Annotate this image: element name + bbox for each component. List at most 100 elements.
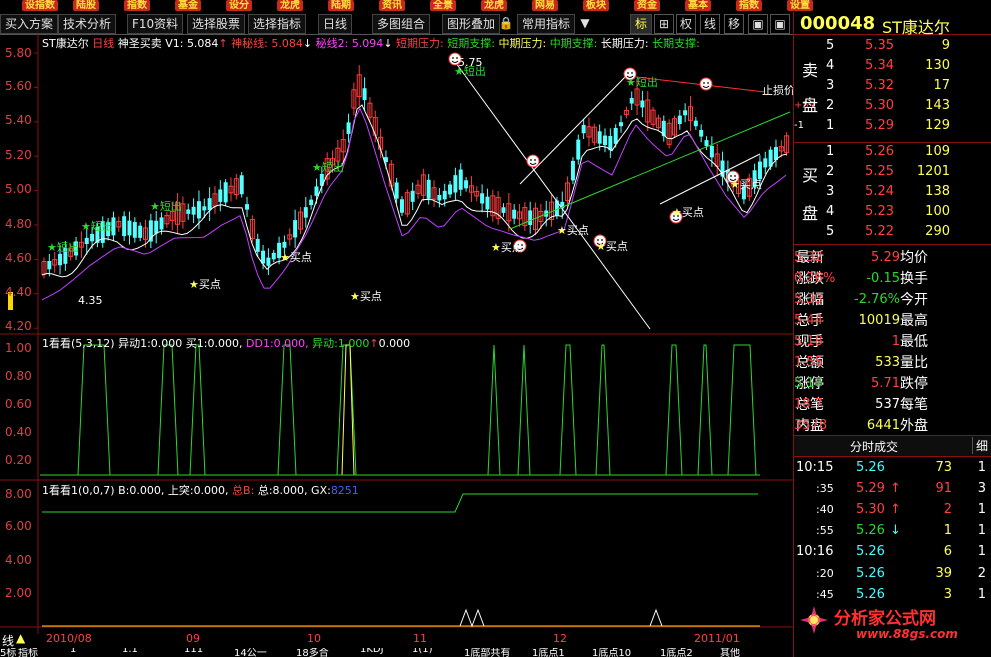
- watermark-title: 分析家公式网: [834, 609, 936, 629]
- indicator-tab[interactable]: 1.1: [122, 648, 138, 655]
- window-icon[interactable]: ▣: [748, 14, 768, 34]
- sell-level-row[interactable]: 1 5.29 129 -1: [794, 116, 991, 136]
- buy-level-row[interactable]: 4 5.23 100: [794, 202, 991, 222]
- indicator-tab[interactable]: 指标: [18, 648, 38, 657]
- select-stock-button[interactable]: 选择股票: [187, 14, 246, 34]
- level: 3: [826, 78, 835, 93]
- indicator-tab[interactable]: 1底部共有: [464, 648, 510, 657]
- buy-level-row[interactable]: 3 5.24 138: [794, 182, 991, 202]
- indicator-tab[interactable]: 1底点10: [592, 648, 631, 657]
- buy-point-marker: ★买点: [730, 178, 762, 191]
- buy-level-row[interactable]: 2 5.25 1201: [794, 162, 991, 182]
- grid-icon[interactable]: ⊞: [654, 14, 674, 34]
- rights-button[interactable]: 权: [676, 14, 696, 34]
- side-label: 买: [802, 166, 819, 185]
- candle-body: [245, 204, 250, 210]
- sub2-legend: 1看看1(0,0,7) B:0.000, 上突:0.000, 总B: 总:8.0…: [42, 484, 359, 497]
- menu-item[interactable]: 资讯: [379, 0, 405, 11]
- indicator-tab[interactable]: 1底点1: [532, 648, 565, 657]
- star-icon: ★: [312, 161, 322, 174]
- buy-level-row[interactable]: 1 5.26 109: [794, 142, 991, 162]
- daily-button[interactable]: 日线: [318, 14, 353, 34]
- indicator-tab[interactable]: 1KDJ: [360, 648, 384, 655]
- move-button[interactable]: 移: [724, 14, 744, 34]
- indicator-tab[interactable]: 其他: [720, 648, 740, 657]
- y-tick: 5.00: [5, 182, 32, 196]
- common-indicator-button[interactable]: 常用指标: [517, 14, 576, 34]
- indicator-tab[interactable]: 1(1): [412, 648, 433, 655]
- menu-item[interactable]: 设指数: [22, 0, 58, 11]
- stat-value: -0.15: [866, 271, 900, 286]
- menu-item[interactable]: 陆股: [73, 0, 99, 11]
- signal-pulse: [727, 344, 757, 476]
- menu-item[interactable]: 全景: [430, 0, 456, 11]
- indicator-tab[interactable]: 14公一: [234, 648, 267, 657]
- menu-item[interactable]: 基本: [685, 0, 711, 11]
- sub1-title: 1看看(5,3,12): [42, 337, 115, 350]
- select-indicator-button[interactable]: 选择指标: [248, 14, 307, 34]
- star-icon: ★: [280, 251, 290, 264]
- indicator-tab[interactable]: 1: [70, 648, 76, 655]
- stat-value: 1.55: [794, 355, 823, 370]
- menu-item[interactable]: 龙虎: [277, 0, 303, 11]
- line-button[interactable]: 线: [700, 14, 720, 34]
- menu-item[interactable]: 资金: [634, 0, 660, 11]
- sell-level-row[interactable]: 5 5.35 9: [794, 36, 991, 56]
- dropdown-icon[interactable]: ▼: [576, 14, 594, 32]
- triangle-icon[interactable]: ▲: [16, 631, 25, 645]
- buy-point-marker: ★买点: [350, 290, 382, 303]
- menu-item[interactable]: 板块: [583, 0, 609, 11]
- sell-level-row[interactable]: 4 5.34 130: [794, 56, 991, 76]
- candle-body: [58, 253, 63, 266]
- short-out-marker: ★短出: [47, 241, 79, 254]
- indicator-tab[interactable]: 1底点2: [660, 648, 693, 657]
- chart-area[interactable]: ST康达尔 日线 神圣买卖 V1: 5.084↑ 神秘线: 5.084↓ 秘线2…: [0, 34, 795, 634]
- legend-v1-label: V1:: [165, 37, 184, 50]
- sub1-y-tick: 0.60: [5, 397, 32, 411]
- sell-level-row[interactable]: 3 5.32 17: [794, 76, 991, 96]
- ticks-header: 分时成交 细: [794, 435, 991, 457]
- candle-body: [677, 115, 682, 124]
- tick-time: :55: [816, 524, 834, 537]
- tick-count: 1: [977, 523, 986, 538]
- f10-button[interactable]: F10资料: [127, 14, 184, 34]
- tick-price: 5.30: [856, 502, 885, 517]
- signal-pulse: [77, 344, 111, 476]
- sell-level-row[interactable]: 2 5.30 143 +59: [794, 96, 991, 116]
- smile-icon: [452, 57, 454, 59]
- up-arrow-icon: ↑: [369, 337, 379, 350]
- indicator-tab[interactable]: 111: [184, 648, 203, 655]
- tick-row: :35 5.29 ↑ 91 3: [794, 479, 991, 499]
- menu-item[interactable]: 指数: [736, 0, 762, 11]
- menu-item[interactable]: 设置: [787, 0, 813, 11]
- legend-v1-arrow: ↑: [218, 37, 228, 50]
- tech-analysis-button[interactable]: 技术分析: [58, 14, 117, 34]
- volume: 290: [925, 224, 950, 239]
- overlay-button[interactable]: 图形叠加: [442, 14, 501, 34]
- lock-icon[interactable]: 🔒: [497, 14, 515, 32]
- mark-button[interactable]: 标: [630, 14, 653, 34]
- menu-item[interactable]: 网易: [532, 0, 558, 11]
- indicator-tab[interactable]: 5标: [0, 648, 16, 657]
- ticks-detail-button[interactable]: 细: [972, 437, 988, 454]
- stat-label: 最高: [900, 313, 928, 329]
- sub1-y-tick: 0.80: [5, 369, 32, 383]
- candle-body: [218, 189, 223, 202]
- window-alt-icon[interactable]: ▣: [770, 14, 790, 34]
- menu-item[interactable]: 指数: [124, 0, 150, 11]
- candle-body: [485, 196, 490, 210]
- legend-stock-name: ST康达尔: [42, 37, 89, 50]
- menu-item[interactable]: 陆期: [328, 0, 354, 11]
- tick-price: 5.26: [856, 544, 885, 559]
- trade-plan-button[interactable]: 买入方案: [0, 14, 59, 34]
- menu-item[interactable]: 设分: [226, 0, 252, 11]
- menu-item[interactable]: 基金: [175, 0, 201, 11]
- indicator-tab[interactable]: 18多合: [296, 648, 329, 657]
- kline-chart[interactable]: [0, 34, 793, 634]
- buy-level-row[interactable]: 5 5.22 290: [794, 222, 991, 242]
- xaxis-month: 10: [307, 632, 321, 645]
- candle-body: [640, 100, 645, 108]
- multi-chart-button[interactable]: 多图组合: [372, 14, 431, 34]
- menu-item[interactable]: 龙虎: [481, 0, 507, 11]
- y-tick: 5.60: [5, 79, 32, 93]
